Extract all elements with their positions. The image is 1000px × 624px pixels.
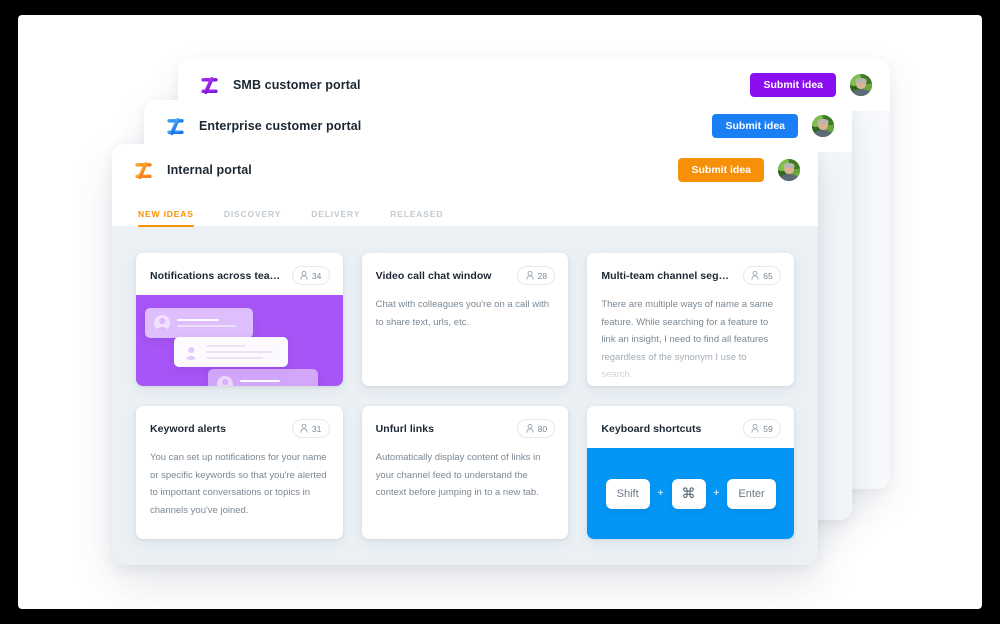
app-canvas: SMB customer portal Submit idea Enterpri… — [18, 15, 982, 609]
notification-preview — [208, 369, 318, 386]
person-avatar-icon — [154, 315, 170, 331]
idea-card-title: Unfurl links — [375, 422, 435, 435]
line — [206, 344, 247, 348]
idea-card-header: Video call chat window 28 — [362, 253, 569, 285]
idea-card-title: Keyboard shortcuts — [601, 422, 702, 435]
vote-count: 31 — [311, 423, 322, 434]
screenshot-frame: SMB customer portal Submit idea Enterpri… — [0, 0, 1000, 624]
vote-count: 59 — [763, 423, 773, 434]
avatar-hair — [817, 118, 829, 124]
idea-card-header: Notifications across teams 34 — [136, 253, 343, 285]
person-icon — [526, 271, 534, 280]
avatar-hair — [855, 77, 867, 83]
idea-card[interactable]: Keyboard shortcuts 59 Shift + ⌘ + Enter — [587, 406, 794, 539]
tab-delivery[interactable]: DELIVERY — [311, 209, 360, 226]
vote-badge[interactable]: 31 — [291, 419, 330, 438]
idea-card-header: Multi-team channel segments 65 — [587, 253, 794, 285]
idea-card[interactable]: Keyword alerts 31 You can set up notific… — [136, 406, 343, 539]
avatar[interactable] — [850, 74, 872, 96]
person-icon — [300, 424, 308, 433]
header-actions: Submit idea — [678, 157, 800, 183]
idea-card-header: Unfurl links 80 — [362, 406, 569, 438]
line — [177, 318, 219, 322]
portal-logo-icon — [164, 115, 187, 138]
vote-count: 28 — [537, 270, 548, 281]
vote-badge[interactable]: 28 — [517, 266, 556, 285]
notification-lines — [206, 344, 279, 360]
idea-card-title: Multi-team channel segments — [601, 269, 735, 282]
submit-idea-button[interactable]: Submit idea — [712, 113, 798, 139]
header-actions: Submit idea — [750, 72, 872, 98]
key-enter: Enter — [727, 478, 776, 509]
person-avatar-icon — [183, 344, 199, 360]
notification-preview — [145, 308, 253, 338]
idea-card-grid: Notifications across teams 34 Video call… — [136, 253, 794, 539]
window-title: SMB customer portal — [233, 78, 361, 92]
vote-badge[interactable]: 80 — [517, 419, 556, 438]
notification-lines — [240, 379, 309, 386]
window-internal-portal[interactable]: Internal portal Submit idea NEW IDEAS DI… — [112, 144, 818, 565]
idea-card-header: Keyword alerts 31 — [136, 406, 343, 438]
key-command: ⌘ — [671, 478, 706, 509]
key-shift: Shift — [605, 478, 650, 509]
person-icon — [526, 424, 534, 433]
tab-discovery[interactable]: DISCOVERY — [224, 209, 281, 226]
vote-badge[interactable]: 59 — [743, 419, 781, 438]
idea-card-header: Keyboard shortcuts 59 — [587, 406, 794, 438]
person-avatar-icon — [217, 376, 233, 386]
idea-card[interactable]: Unfurl links 80 Automatically display co… — [361, 406, 569, 539]
vote-count: 80 — [537, 423, 548, 434]
idea-card-title: Video call chat window — [375, 269, 492, 282]
tab-new-ideas[interactable]: NEW IDEAS — [138, 209, 194, 227]
idea-card-media-keyboard: Shift + ⌘ + Enter — [587, 448, 794, 539]
window-title: Enterprise customer portal — [199, 119, 362, 133]
key-separator: + — [713, 487, 720, 499]
status-tab-bar: NEW IDEAS DISCOVERY DELIVERY RELEASED — [112, 196, 818, 227]
key-separator: + — [657, 487, 664, 499]
idea-card-description: Chat with colleagues you're on a call wi… — [375, 299, 550, 328]
portal-logo-icon — [132, 159, 155, 182]
header-actions: Submit idea — [712, 113, 834, 139]
idea-card[interactable]: Video call chat window 28 Chat with coll… — [361, 253, 569, 386]
notification-lines — [177, 318, 244, 328]
idea-card-description: There are multiple ways of name a same f… — [601, 299, 773, 381]
idea-card[interactable]: Notifications across teams 34 — [136, 253, 343, 386]
portal-logo-icon — [198, 74, 221, 97]
idea-card-media-notifications — [136, 295, 343, 386]
avatar[interactable] — [778, 159, 800, 181]
person-icon — [300, 271, 308, 280]
idea-card-description: You can set up notifications for your na… — [150, 452, 327, 516]
idea-card-title: Keyword alerts — [150, 422, 226, 435]
line — [240, 379, 281, 383]
person-icon — [751, 271, 759, 280]
avatar-hair — [783, 162, 795, 168]
person-icon — [751, 424, 759, 433]
idea-board: Notifications across teams 34 Video call… — [112, 227, 818, 565]
submit-idea-button[interactable]: Submit idea — [750, 72, 836, 98]
vote-count: 34 — [311, 270, 322, 281]
vote-badge[interactable]: 34 — [291, 266, 330, 285]
window-internal-header: Internal portal Submit idea — [112, 144, 818, 196]
avatar[interactable] — [812, 115, 834, 137]
window-title: Internal portal — [167, 163, 252, 177]
line — [177, 324, 236, 328]
vote-count: 65 — [763, 270, 773, 281]
tab-released[interactable]: RELEASED — [390, 209, 443, 226]
idea-card-description: Automatically display content of links i… — [375, 452, 541, 499]
avatar-shoulders — [851, 89, 871, 96]
line — [206, 356, 263, 360]
avatar-shoulders — [813, 130, 833, 137]
submit-idea-button[interactable]: Submit idea — [678, 157, 764, 183]
idea-card[interactable]: Multi-team channel segments 65 There are… — [587, 253, 794, 386]
idea-card-title: Notifications across teams — [150, 269, 284, 282]
avatar-shoulders — [779, 174, 799, 181]
line — [206, 350, 274, 354]
vote-badge[interactable]: 65 — [743, 266, 781, 285]
notification-preview — [174, 337, 288, 367]
